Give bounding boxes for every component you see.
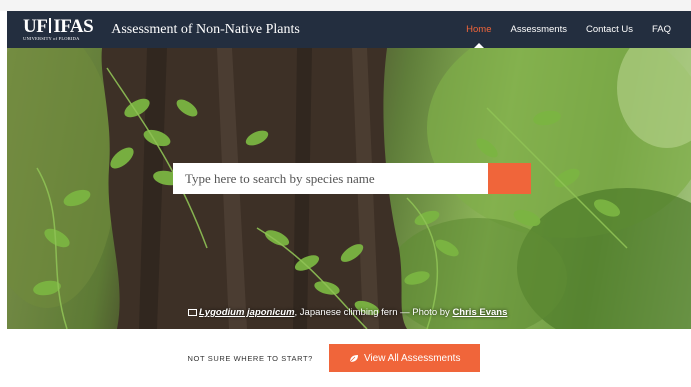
search-icon bbox=[173, 163, 185, 175]
logo-subtitle: UNIVERSITY of FLORIDA bbox=[23, 36, 80, 42]
camera-icon bbox=[188, 309, 197, 316]
caption-species[interactable]: Lygodium japonicum bbox=[199, 307, 295, 318]
logo-wordmark: UF IFAS bbox=[23, 16, 94, 38]
view-all-assessments-button[interactable]: View All Assessments bbox=[328, 344, 481, 372]
navbar: UF IFAS UNIVERSITY of FLORIDA Assessment … bbox=[7, 11, 691, 48]
logo-ifas: IFAS bbox=[53, 16, 94, 38]
nav-links: Home Assessments Contact Us FAQ bbox=[447, 11, 671, 48]
nav-contact-us[interactable]: Contact Us bbox=[586, 11, 633, 48]
cta-button-label: View All Assessments bbox=[363, 352, 461, 364]
caption-text: , Japanese climbing fern — Photo by bbox=[294, 307, 453, 318]
search-button[interactable] bbox=[173, 163, 531, 194]
caption-author-link[interactable]: Chris Evans bbox=[452, 307, 507, 318]
nav-faq[interactable]: FAQ bbox=[652, 11, 671, 48]
cta-row: NOT SURE WHERE TO START? View All Assess… bbox=[7, 329, 691, 387]
leaf-icon bbox=[349, 354, 359, 363]
cta-prompt: NOT SURE WHERE TO START? bbox=[187, 353, 313, 363]
photo-caption: Lygodium japonicum, Japanese climbing fe… bbox=[188, 307, 507, 318]
hero-image: Lygodium japonicum, Japanese climbing fe… bbox=[7, 48, 691, 329]
logo-uf: UF bbox=[23, 16, 48, 38]
top-strip bbox=[0, 0, 691, 11]
search-input[interactable] bbox=[173, 163, 488, 194]
nav-assessments[interactable]: Assessments bbox=[510, 11, 567, 48]
site-title[interactable]: Assessment of Non-Native Plants bbox=[111, 22, 300, 38]
search-bar bbox=[173, 163, 531, 194]
nav-home[interactable]: Home bbox=[466, 11, 491, 48]
ufifas-logo[interactable]: UF IFAS UNIVERSITY of FLORIDA bbox=[23, 16, 94, 42]
